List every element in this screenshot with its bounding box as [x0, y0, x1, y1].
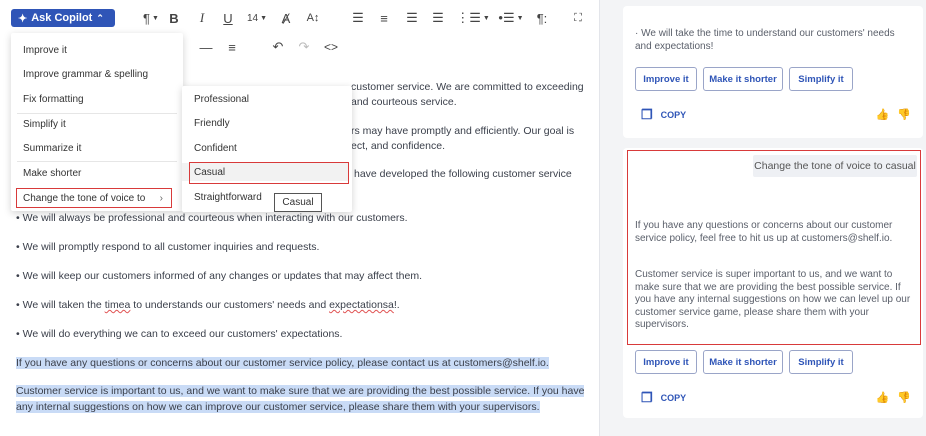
doc-line: • We will taken the timea to understands…	[16, 298, 400, 312]
bold-icon[interactable]: B	[166, 9, 182, 27]
align-right-icon[interactable]: ☰	[404, 9, 420, 27]
caret-down-icon: ▼	[152, 14, 159, 22]
thumbs-down-icon[interactable]: 👎	[897, 391, 911, 404]
spelling-error[interactable]: timea	[105, 299, 131, 311]
paragraph-format-button[interactable]: ¶ ▼	[140, 9, 162, 27]
tone-casual[interactable]: Casual	[182, 163, 348, 181]
thumbs-up-icon[interactable]: 👍	[876, 108, 890, 121]
change-tone-label: Change the tone of voice to	[23, 192, 146, 204]
doc-text: to understands our customers' needs and	[130, 299, 330, 311]
thumbs-down-icon[interactable]: 👎	[897, 108, 911, 121]
doc-line: • We will promptly respond to all custom…	[16, 241, 320, 253]
font-size-select[interactable]: 14 ▼	[244, 9, 270, 27]
fullscreen-icon[interactable]: ⛶	[570, 9, 586, 27]
undo-icon[interactable]: ↶	[270, 38, 286, 56]
menu-divider	[17, 161, 177, 162]
copy-icon: ❐	[641, 107, 653, 122]
menu-item-change-tone[interactable]: Change the tone of voice to ›	[11, 189, 171, 207]
response-card: · We will take the time to understand ou…	[623, 6, 923, 138]
doc-line: • We will keep our customers informed of…	[16, 270, 422, 282]
caret-down-icon: ▼	[482, 14, 490, 22]
bullet-list-icon[interactable]: •☰ ▼	[494, 9, 528, 27]
horizontal-rule-icon[interactable]: —	[198, 38, 214, 56]
menu-item-summarize[interactable]: Summarize it	[11, 139, 183, 157]
text-size-icon[interactable]: A↕	[304, 9, 322, 27]
thumbs-up-icon[interactable]: 👍	[876, 391, 890, 404]
improve-it-button[interactable]: Improve it	[635, 350, 697, 374]
doc-line: rs may have promptly and efficiently. Ou…	[351, 125, 575, 137]
chevron-right-icon: ›	[159, 192, 163, 204]
ask-copilot-label: Ask Copilot	[31, 12, 93, 24]
improve-it-button[interactable]: Improve it	[635, 67, 697, 91]
reply-paragraph: Customer service is super important to u…	[635, 269, 911, 330]
copy-icon: ❐	[641, 390, 653, 405]
font-size-value: 14	[246, 12, 259, 24]
editor-toolbar: ✦ Ask Copilot ⌃ ¶ ▼ B I U 14 ▼ Ⱥ A↕ ☰ ≡ ☰ …	[0, 0, 600, 55]
make-shorter-button[interactable]: Make it shorter	[703, 350, 783, 374]
tooltip: Casual	[274, 193, 322, 212]
menu-item-simplify[interactable]: Simplify it	[11, 115, 183, 133]
doc-line-selected: Customer service is important to us, and…	[16, 384, 585, 398]
doc-line-selected: any internal suggestions on how we can i…	[16, 400, 540, 414]
copy-button[interactable]: ❐ COPY	[641, 107, 686, 123]
menu-item-make-shorter[interactable]: Make shorter	[11, 164, 183, 182]
response-text: · We will take the time to understand ou…	[635, 28, 895, 52]
doc-line: have developed the following customer se…	[354, 168, 572, 180]
caret-down-icon: ▼	[260, 14, 268, 22]
editor-pane: ✦ Ask Copilot ⌃ ¶ ▼ B I U 14 ▼ Ⱥ A↕ ☰ ≡ ☰ …	[0, 0, 600, 436]
doc-line-selected: If you have any questions or concerns ab…	[16, 356, 549, 370]
menu-item-improve-grammar[interactable]: Improve grammar & spelling	[11, 65, 183, 83]
underline-icon[interactable]: U	[220, 9, 236, 27]
copilot-menu: Improve it Improve grammar & spelling Fi…	[11, 33, 183, 211]
align-center-icon[interactable]: ≡	[376, 9, 392, 27]
user-prompt: Change the tone of voice to casual	[753, 155, 917, 177]
align-icon[interactable]: ≡	[224, 38, 240, 56]
feedback-group: 👍 👎	[876, 391, 911, 404]
italic-icon[interactable]: I	[194, 9, 210, 27]
ask-copilot-button[interactable]: ✦ Ask Copilot ⌃	[11, 9, 115, 27]
selected-text: If you have any questions or concerns ab…	[16, 357, 549, 369]
simplify-it-button[interactable]: Simplify it	[789, 350, 853, 374]
clear-format-icon[interactable]: Ⱥ	[278, 9, 294, 27]
selected-text: any internal suggestions on how we can i…	[16, 401, 540, 413]
make-shorter-button[interactable]: Make it shorter	[703, 67, 783, 91]
doc-line: and courteous service.	[351, 96, 457, 108]
paragraph-icon: ¶	[143, 10, 151, 26]
copy-label: COPY	[660, 393, 687, 403]
redo-icon[interactable]: ↷	[296, 38, 312, 56]
doc-line: • We will do everything we can to exceed…	[16, 328, 343, 340]
selected-text: Customer service is important to us, and…	[16, 385, 585, 397]
spelling-error[interactable]: expectationsa	[329, 299, 394, 311]
menu-divider	[17, 113, 177, 114]
simplify-it-button[interactable]: Simplify it	[789, 67, 853, 91]
tone-confident[interactable]: Confident	[182, 139, 352, 157]
doc-line: ect, and confidence.	[351, 140, 445, 152]
align-justify-icon[interactable]: ☰	[430, 9, 446, 27]
tone-submenu: Professional Friendly Confident Casual S…	[182, 86, 352, 212]
caret-down-icon: ▼	[516, 14, 524, 22]
copy-label: COPY	[660, 110, 687, 120]
tone-friendly[interactable]: Friendly	[182, 114, 352, 132]
sparkle-icon: ✦	[18, 12, 28, 25]
response-card: Change the tone of voice to casual If yo…	[623, 148, 923, 418]
doc-line: • We will always be professional and cou…	[16, 212, 408, 224]
doc-text: • We will taken the	[16, 299, 105, 311]
align-left-icon[interactable]: ☰	[350, 9, 366, 27]
ordered-list-icon[interactable]: ⋮☰ ▼	[456, 9, 490, 27]
feedback-group: 👍 👎	[876, 108, 911, 121]
doc-line: customer service. We are committed to ex…	[351, 81, 584, 93]
chevron-up-icon: ⌃	[96, 12, 104, 23]
menu-item-fix-formatting[interactable]: Fix formatting	[11, 90, 183, 108]
copilot-panel: · We will take the time to understand ou…	[600, 0, 926, 436]
copy-button[interactable]: ❐ COPY	[641, 390, 686, 406]
doc-text: !.	[393, 299, 400, 311]
paragraph-marks-icon[interactable]: ¶:	[532, 9, 552, 27]
tone-professional[interactable]: Professional	[182, 90, 352, 108]
menu-item-improve[interactable]: Improve it	[11, 41, 183, 59]
reply-paragraph: If you have any questions or concerns ab…	[635, 220, 893, 244]
tone-straightforward[interactable]: Straightforward	[182, 188, 352, 206]
code-view-icon[interactable]: <>	[322, 38, 340, 56]
